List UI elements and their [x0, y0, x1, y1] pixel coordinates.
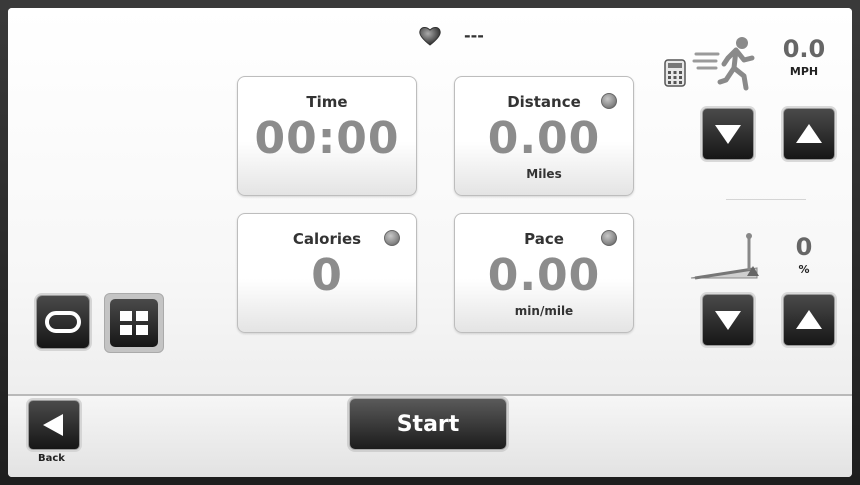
pace-tile[interactable]: Pace 0.00 min/mile	[454, 213, 634, 333]
incline-ramp-icon	[690, 233, 759, 280]
calories-indicator-led	[384, 230, 400, 246]
distance-indicator-led	[601, 93, 617, 109]
distance-value: 0.00	[487, 113, 601, 164]
track-view-icon	[45, 311, 81, 333]
pace-value: 0.00	[487, 250, 601, 301]
incline-up-button[interactable]	[783, 294, 835, 346]
start-button[interactable]: Start	[349, 398, 507, 450]
back-label: Back	[38, 453, 65, 464]
calories-value: 0	[311, 250, 343, 301]
runner-icon	[692, 37, 755, 91]
track-view-button[interactable]	[36, 295, 90, 349]
arrow-down-icon	[715, 311, 741, 330]
incline-readout: 0 %	[774, 233, 834, 276]
calculator-icon[interactable]	[664, 59, 686, 87]
speed-readout: 0.0 MPH	[774, 35, 834, 78]
arrow-left-icon	[43, 414, 63, 436]
incline-unit: %	[798, 263, 810, 276]
pace-unit: min/mile	[514, 304, 574, 318]
arrow-up-icon	[796, 310, 822, 329]
divider	[726, 199, 806, 200]
time-label: Time	[306, 93, 348, 111]
incline-value: 0	[795, 233, 813, 261]
arrow-down-icon	[715, 125, 741, 144]
speed-unit: MPH	[789, 65, 819, 78]
time-tile: Time 00:00	[237, 76, 417, 196]
incline-down-button[interactable]	[702, 294, 754, 346]
distance-unit: Miles	[526, 167, 562, 181]
workout-panel: --- Time 00:00 Distance 0.00 Miles Calor…	[8, 8, 852, 394]
grid-view-button[interactable]	[104, 293, 164, 353]
heart-icon	[419, 27, 441, 46]
grid-view-icon	[120, 311, 148, 335]
speed-down-button[interactable]	[702, 108, 754, 160]
arrow-up-icon	[796, 124, 822, 143]
time-value: 00:00	[254, 113, 400, 164]
heart-rate-value: ---	[464, 26, 484, 45]
pace-indicator-led	[601, 230, 617, 246]
back-button[interactable]	[28, 400, 80, 450]
distance-tile[interactable]: Distance 0.00 Miles	[454, 76, 634, 196]
speed-up-button[interactable]	[783, 108, 835, 160]
calories-tile[interactable]: Calories 0	[237, 213, 417, 333]
speed-value: 0.0	[782, 35, 826, 63]
